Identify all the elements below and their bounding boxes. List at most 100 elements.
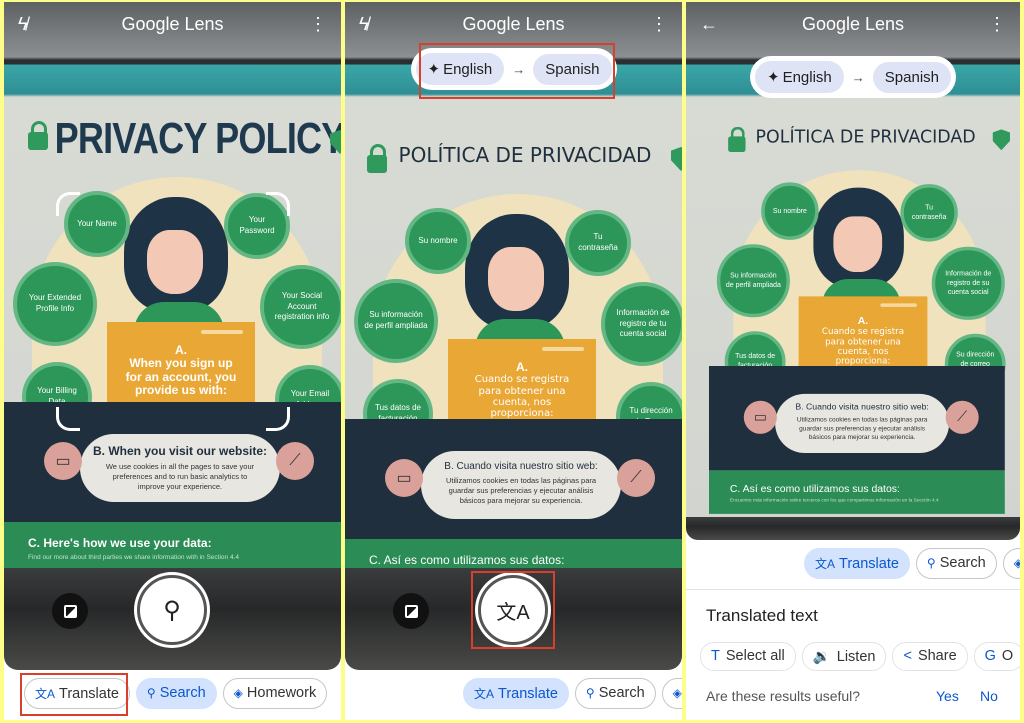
woman-face bbox=[488, 247, 544, 311]
translate-icon: 文A bbox=[815, 557, 836, 571]
search-icon: ⚲ bbox=[926, 556, 936, 570]
select-all-button[interactable]: T Select all bbox=[700, 642, 796, 671]
sparkle-icon: ✦ bbox=[767, 69, 780, 86]
google-translate-icon: G bbox=[984, 648, 996, 664]
section-a-text: When you sign up for an account, you pro… bbox=[125, 356, 237, 398]
poster-title: POLÍTICA DE PRIVACIDAD bbox=[755, 125, 976, 147]
language-selector: ✦ English → Spanish bbox=[750, 56, 956, 98]
chip-label: Search bbox=[159, 685, 206, 701]
info-circle: Información de registro de su cuenta soc… bbox=[931, 246, 1005, 320]
info-circle: Tu contraseña bbox=[900, 184, 958, 242]
chip-search[interactable]: ⚲ Search bbox=[915, 548, 997, 579]
target-language-button[interactable]: Spanish bbox=[872, 61, 951, 93]
signup-box: A. Cuando se registra para obtener una cu… bbox=[448, 339, 596, 421]
chip-homework[interactable]: ◈ bbox=[661, 678, 682, 709]
poster-title: POLÍTICA DE PRIVACIDAD bbox=[398, 143, 652, 167]
highlight-translate-chip bbox=[20, 673, 128, 716]
more-vert-icon[interactable]: ⋮ bbox=[309, 14, 327, 35]
chip-translate[interactable]: 文A Translate bbox=[463, 678, 569, 709]
chip-homework[interactable]: ◈ bbox=[1002, 548, 1020, 579]
app-title: Google Lens bbox=[462, 14, 565, 34]
feedback-no-button[interactable]: No bbox=[980, 688, 998, 704]
panel-camera-search: PRIVACY POLICY Your Name Your Password Your… bbox=[4, 2, 341, 720]
section-c-title: C. Así es como utilizamos sus datos: bbox=[729, 482, 900, 495]
chip-label: Search bbox=[598, 685, 645, 701]
share-button[interactable]: < Share bbox=[892, 642, 968, 671]
analytics-chart-icon: ⟋ bbox=[945, 400, 979, 434]
camera-view: PRIVACY POLICY Your Name Your Password Your… bbox=[4, 2, 341, 670]
chip-translate[interactable]: 文A Translate bbox=[804, 548, 910, 579]
section-b-title: B. When you visit our website: bbox=[92, 444, 268, 458]
speaker-icon: 🔉 bbox=[812, 649, 831, 665]
lock-icon bbox=[728, 126, 746, 152]
panel-translate-live: POLÍTICA DE PRIVACIDAD Su nombre Tu contra… bbox=[345, 2, 682, 720]
poster-title: PRIVACY POLICY bbox=[54, 114, 341, 163]
info-circle: Your Extended Profile Info bbox=[13, 262, 97, 346]
section-b-title: B. Cuando visita nuestro sitio web: bbox=[444, 461, 598, 472]
green-band: C. Here's how we use your data: Find our … bbox=[4, 522, 341, 572]
mode-chips: 文A Translate ⚲ Search ◈ bbox=[686, 548, 1020, 579]
website-pill: B. When you visit our website: We use coo… bbox=[80, 434, 280, 502]
app-header: ϟ̸ Google Lens ⋮ bbox=[4, 12, 341, 38]
feedback-question: Are these results useful? bbox=[706, 688, 861, 704]
app-header: ← Google Lens ⋮ bbox=[686, 12, 1020, 38]
gallery-button[interactable] bbox=[52, 593, 88, 629]
action-label: Listen bbox=[836, 649, 876, 665]
section-b-text: Utilizamos cookies en todas las páginas … bbox=[445, 476, 597, 506]
translated-text-sheet: Translated text T Select all 🔉 Listen < Share G… bbox=[686, 589, 1020, 720]
more-vert-icon[interactable]: ⋮ bbox=[650, 14, 668, 35]
website-pill: B. Cuando visita nuestro sitio web: Utili… bbox=[421, 451, 621, 519]
info-circle: Tu contraseña bbox=[565, 210, 631, 276]
search-icon: ⚲ bbox=[146, 686, 156, 700]
app-header: ϟ̸ Google Lens ⋮ bbox=[345, 12, 682, 38]
panel-translated-result: POLÍTICA DE PRIVACIDAD Su nombre Tu contra… bbox=[686, 2, 1020, 720]
info-circle: Su información de perfil ampliada bbox=[354, 279, 438, 363]
section-a-label: A. bbox=[175, 343, 187, 357]
homework-icon: ◈ bbox=[672, 686, 682, 700]
section-a-label: A. bbox=[857, 314, 869, 327]
share-icon: < bbox=[903, 648, 912, 664]
section-c-title: C. Here's how we use your data: bbox=[28, 536, 212, 550]
signup-box: A. Cuando se registra para obtener una cu… bbox=[798, 296, 928, 368]
browser-window-icon: ▭ bbox=[743, 400, 777, 434]
action-label: Share bbox=[917, 648, 957, 664]
image-icon bbox=[63, 604, 77, 618]
info-circle: Su nombre bbox=[761, 182, 819, 240]
lock-icon bbox=[367, 144, 387, 173]
text-select-icon: T bbox=[711, 648, 720, 664]
analytics-chart-icon: ⟋ bbox=[276, 442, 314, 480]
section-c-text: Find our more about third parties we sha… bbox=[28, 554, 239, 561]
app-title: Google Lens bbox=[121, 14, 224, 34]
chip-search[interactable]: ⚲ Search bbox=[574, 678, 656, 709]
mode-chips: 文A Translate ⚲ Search ◈ bbox=[345, 678, 682, 709]
shield-icon bbox=[671, 147, 682, 171]
shutter-button[interactable]: ⚲ bbox=[137, 575, 207, 645]
desk-background bbox=[686, 517, 1020, 540]
section-a-label: A. bbox=[516, 360, 528, 374]
highlight-language-selector bbox=[419, 43, 615, 99]
green-band: C. Así es como utilizamos sus datos: Encu… bbox=[709, 470, 1005, 514]
camera-view: POLÍTICA DE PRIVACIDAD Su nombre Tu contra… bbox=[345, 2, 682, 670]
woman-face bbox=[147, 230, 203, 294]
o-button[interactable]: GO bbox=[973, 642, 1020, 671]
search-icon: ⚲ bbox=[163, 596, 181, 624]
arrow-icon: → bbox=[851, 69, 865, 85]
highlight-translate-shutter bbox=[471, 571, 555, 649]
gallery-button[interactable] bbox=[393, 593, 429, 629]
feedback-yes-button[interactable]: Yes bbox=[936, 688, 959, 704]
action-label: O bbox=[1001, 648, 1014, 664]
homework-icon: ◈ bbox=[233, 686, 243, 700]
shield-icon bbox=[992, 129, 1011, 151]
source-language-button[interactable]: ✦ English bbox=[755, 61, 844, 93]
browser-window-icon: ▭ bbox=[385, 459, 423, 497]
section-b-title: B. Cuando visita nuestro sitio web: bbox=[795, 402, 929, 413]
woman-face bbox=[833, 216, 883, 273]
listen-button[interactable]: 🔉 Listen bbox=[801, 642, 887, 671]
more-vert-icon[interactable]: ⋮ bbox=[988, 14, 1006, 35]
chip-search[interactable]: ⚲ Search bbox=[135, 678, 217, 709]
translate-icon: 文A bbox=[474, 687, 495, 701]
info-circle: Su información de perfil ampliada bbox=[716, 244, 790, 318]
poster: POLÍTICA DE PRIVACIDAD Su nombre Tu contra… bbox=[345, 119, 682, 589]
section-a-text: Cuando se registra para obtener una cuen… bbox=[821, 327, 905, 366]
chip-homework[interactable]: ◈ Homework bbox=[222, 678, 328, 709]
